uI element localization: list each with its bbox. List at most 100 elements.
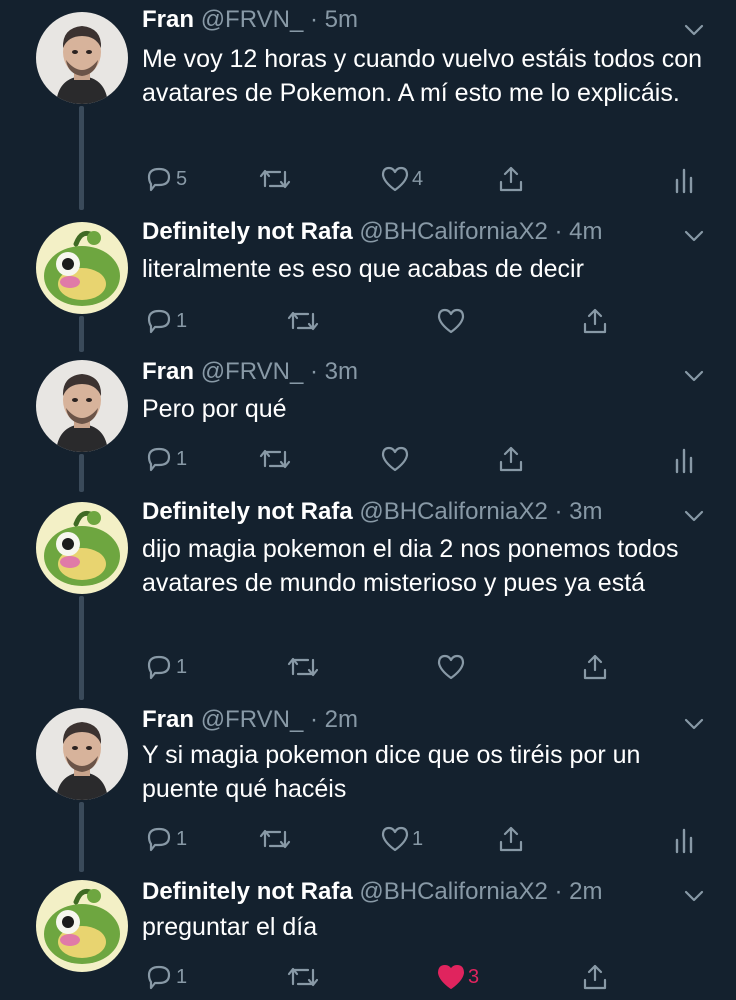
share-button[interactable] [580, 304, 610, 338]
heart-icon [437, 654, 465, 680]
reply-count: 1 [176, 447, 188, 470]
person-avatar-icon [36, 360, 128, 452]
display-name[interactable]: Fran [142, 358, 194, 385]
chevron-down-icon[interactable] [682, 224, 706, 248]
avatar[interactable] [36, 880, 128, 972]
retweet-button[interactable] [286, 650, 322, 684]
analytics-icon [675, 828, 693, 854]
user-handle[interactable]: @FRVN_ [201, 706, 304, 733]
display-name[interactable]: Definitely not Rafa [142, 498, 353, 525]
user-handle[interactable]: @FRVN_ [201, 6, 304, 33]
reply-button[interactable]: 5 [144, 162, 187, 196]
tweet-header: Definitely not Rafa @BHCaliforniaX2 · 4m [142, 214, 676, 250]
analytics-button[interactable] [672, 442, 696, 476]
meta-separator: · [309, 358, 318, 385]
reply-icon [147, 447, 171, 472]
like-button[interactable]: 3 [436, 960, 479, 994]
pokemon-avatar-icon [36, 880, 128, 972]
share-button[interactable] [496, 442, 526, 476]
avatar[interactable] [36, 502, 128, 594]
display-name[interactable]: Definitely not Rafa [142, 218, 353, 245]
tweet-header: Definitely not Rafa @BHCaliforniaX2 · 2m [142, 874, 676, 910]
tweet-3[interactable]: Definitely not Rafa @BHCaliforniaX2 · 3m… [0, 492, 736, 700]
timestamp[interactable]: 5m [325, 6, 358, 33]
retweet-button[interactable] [286, 304, 322, 338]
tweet-5[interactable]: Definitely not Rafa @BHCaliforniaX2 · 2m… [0, 872, 736, 1000]
retweet-icon [287, 311, 319, 331]
reply-count: 1 [176, 965, 188, 988]
tweet-text: Y si magia pokemon dice que os tiréis po… [142, 741, 641, 803]
reply-button[interactable]: 1 [144, 442, 187, 476]
timestamp[interactable]: 3m [569, 498, 602, 525]
timestamp[interactable]: 4m [569, 218, 602, 245]
tweet-text: Pero por qué [142, 395, 287, 423]
tweet-header: Fran @FRVN_ · 2m [142, 702, 676, 738]
person-avatar-icon [36, 12, 128, 104]
avatar[interactable] [36, 360, 128, 452]
user-handle[interactable]: @BHCaliforniaX2 [359, 498, 547, 525]
reply-button[interactable]: 1 [144, 822, 187, 856]
tweet-header: Definitely not Rafa @BHCaliforniaX2 · 3m [142, 494, 676, 530]
analytics-icon [675, 168, 693, 194]
retweet-button[interactable] [258, 162, 294, 196]
tweet-header: Fran @FRVN_ · 5m [142, 2, 676, 38]
like-button[interactable]: 1 [380, 822, 423, 856]
meta-separator: · [554, 218, 563, 245]
tweet-actions: 1 [0, 304, 736, 338]
chevron-down-icon[interactable] [682, 884, 706, 908]
reply-button[interactable]: 1 [144, 650, 187, 684]
share-button[interactable] [580, 960, 610, 994]
share-button[interactable] [580, 650, 610, 684]
like-button[interactable]: 4 [380, 162, 423, 196]
share-icon [583, 308, 607, 334]
tweet-actions: 1 3 [0, 960, 736, 994]
timestamp[interactable]: 3m [325, 358, 358, 385]
reply-count: 1 [176, 655, 188, 678]
pokemon-avatar-icon [36, 502, 128, 594]
person-avatar-icon [36, 708, 128, 800]
reply-count: 1 [176, 827, 188, 850]
tweet-actions: 1 [0, 650, 736, 684]
analytics-button[interactable] [672, 162, 696, 196]
reply-button[interactable]: 1 [144, 304, 187, 338]
retweet-icon [287, 967, 319, 987]
retweet-button[interactable] [286, 960, 322, 994]
reply-button[interactable]: 1 [144, 960, 187, 994]
retweet-button[interactable] [258, 822, 294, 856]
retweet-button[interactable] [258, 442, 294, 476]
share-button[interactable] [496, 822, 526, 856]
retweet-icon [259, 169, 291, 189]
chevron-down-icon[interactable] [682, 364, 706, 388]
like-button[interactable] [436, 650, 468, 684]
tweet-1[interactable]: Definitely not Rafa @BHCaliforniaX2 · 4m… [0, 212, 736, 352]
analytics-button[interactable] [672, 822, 696, 856]
tweet-2[interactable]: Fran @FRVN_ · 3m Pero por qué 1 [0, 352, 736, 492]
heart-icon [437, 308, 465, 334]
display-name[interactable]: Fran [142, 6, 194, 33]
timestamp[interactable]: 2m [325, 706, 358, 733]
chevron-down-icon[interactable] [682, 18, 706, 42]
avatar[interactable] [36, 708, 128, 800]
tweet-actions: 5 4 [0, 162, 736, 196]
user-handle[interactable]: @BHCaliforniaX2 [359, 218, 547, 245]
chevron-down-icon[interactable] [682, 712, 706, 736]
avatar[interactable] [36, 222, 128, 314]
like-button[interactable] [380, 442, 412, 476]
share-button[interactable] [496, 162, 526, 196]
display-name[interactable]: Definitely not Rafa [142, 878, 353, 905]
display-name[interactable]: Fran [142, 706, 194, 733]
reply-count: 5 [176, 167, 188, 190]
like-count: 3 [468, 965, 480, 988]
share-icon [499, 446, 523, 472]
thread-connector [79, 596, 84, 700]
timestamp[interactable]: 2m [569, 878, 602, 905]
like-button[interactable] [436, 304, 468, 338]
user-handle[interactable]: @BHCaliforniaX2 [359, 878, 547, 905]
meta-separator: · [554, 878, 563, 905]
tweet-header: Fran @FRVN_ · 3m [142, 354, 676, 390]
tweet-4[interactable]: Fran @FRVN_ · 2m Y si magia pokemon dice… [0, 700, 736, 872]
user-handle[interactable]: @FRVN_ [201, 358, 304, 385]
chevron-down-icon[interactable] [682, 504, 706, 528]
avatar[interactable] [36, 12, 128, 104]
tweet-0[interactable]: Fran @FRVN_ · 5m Me voy 12 horas y cuand… [0, 0, 736, 210]
